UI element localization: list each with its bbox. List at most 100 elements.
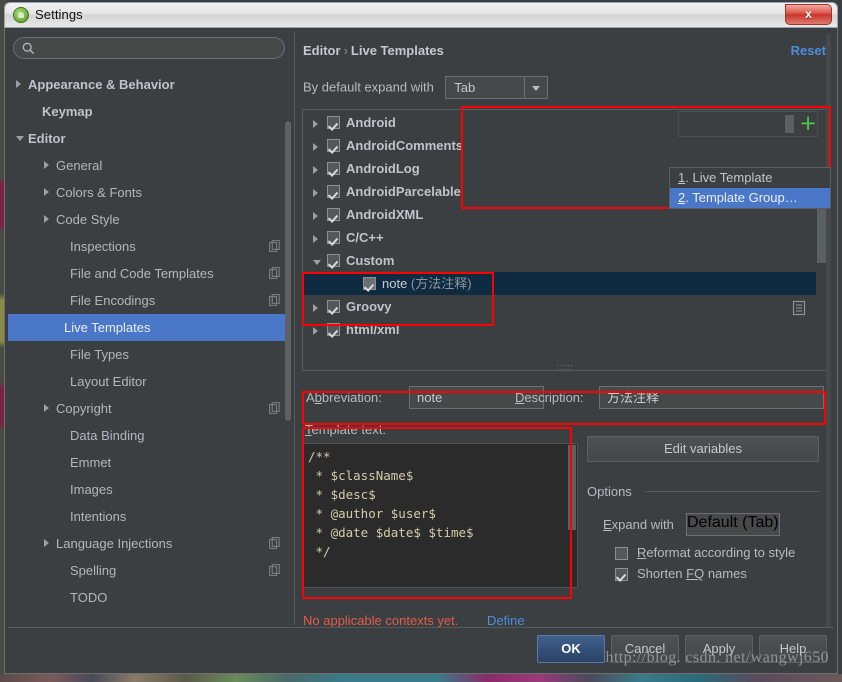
context-warning-text: No applicable contexts yet. bbox=[303, 613, 459, 628]
template-checkbox[interactable] bbox=[327, 323, 340, 336]
window-title: Settings bbox=[35, 7, 83, 22]
dropdown-item[interactable]: 2. Template Group… bbox=[670, 188, 830, 208]
reformat-checkbox[interactable] bbox=[615, 547, 628, 560]
sidebar-item-label: Emmet bbox=[70, 455, 112, 470]
template-row[interactable]: html/xml bbox=[303, 318, 803, 341]
footer-divider bbox=[8, 627, 834, 628]
template-row[interactable]: note (方法注释) bbox=[303, 272, 816, 295]
add-template-dropdown[interactable]: 1. Live Template 2. Template Group… bbox=[669, 167, 831, 209]
sidebar-item-file-and-code-templates[interactable]: File and Code Templates bbox=[14, 260, 284, 287]
expand-with-option-combo[interactable]: Default (Tab) bbox=[686, 513, 780, 536]
sidebar-item-copyright[interactable]: Copyright bbox=[14, 395, 284, 422]
chevron-right-icon[interactable] bbox=[313, 212, 318, 220]
chevron-right-icon[interactable] bbox=[313, 235, 318, 243]
sidebar-item-editor[interactable]: Editor bbox=[14, 125, 284, 152]
sidebar-item-layout-editor[interactable]: Layout Editor bbox=[14, 368, 284, 395]
template-group-tree[interactable]: Android AndroidComments AndroidLog AndroidP… bbox=[302, 109, 829, 372]
sidebar-item-data-binding[interactable]: Data Binding bbox=[14, 422, 284, 449]
sidebar-item-label: Language Injections bbox=[56, 536, 173, 551]
chevron-right-icon[interactable] bbox=[44, 215, 49, 223]
default-expand-combo[interactable]: Tab bbox=[445, 76, 549, 99]
sidebar-item-live-templates[interactable]: Live Templates bbox=[8, 314, 290, 341]
sidebar-item-keymap[interactable]: Keymap bbox=[14, 98, 284, 125]
chevron-down-icon[interactable] bbox=[524, 77, 547, 98]
settings-tree: Appearance & Behavior Keymap Editor General… bbox=[8, 71, 290, 623]
search-box[interactable] bbox=[13, 37, 285, 59]
template-row[interactable]: AndroidComments bbox=[303, 134, 803, 157]
copy-settings-icon[interactable] bbox=[269, 240, 280, 252]
template-checkbox[interactable] bbox=[327, 231, 340, 244]
template-text-editor[interactable]: /** * $className$ * $desc$ * @author $us… bbox=[303, 443, 578, 588]
ok-button[interactable]: OK bbox=[537, 635, 605, 663]
template-label: C/C++ bbox=[346, 230, 384, 245]
template-label: AndroidComments bbox=[346, 138, 463, 153]
reset-link[interactable]: Reset bbox=[791, 43, 826, 58]
chevron-right-icon[interactable] bbox=[313, 143, 318, 151]
copy-settings-icon[interactable] bbox=[269, 537, 280, 549]
chevron-right-icon[interactable] bbox=[313, 166, 318, 174]
content-scrollbar[interactable] bbox=[826, 34, 831, 628]
template-row[interactable]: Groovy bbox=[303, 295, 803, 318]
sidebar-item-appearance-behavior[interactable]: Appearance & Behavior bbox=[14, 71, 284, 98]
chevron-right-icon[interactable] bbox=[44, 404, 49, 412]
chevron-right-icon[interactable] bbox=[44, 539, 49, 547]
chevron-right-icon[interactable] bbox=[44, 161, 49, 169]
settings-sidebar: Appearance & Behavior Keymap Editor General… bbox=[8, 31, 291, 625]
breadcrumb-parent[interactable]: Editor bbox=[303, 43, 341, 58]
sidebar-scrollbar-thumb[interactable] bbox=[285, 121, 291, 421]
sidebar-item-file-encodings[interactable]: File Encodings bbox=[14, 287, 284, 314]
chevron-right-icon[interactable] bbox=[313, 120, 318, 128]
sidebar-item-todo[interactable]: TODO bbox=[14, 584, 284, 611]
sidebar-item-code-style[interactable]: Code Style bbox=[14, 206, 284, 233]
sidebar-item-inspections[interactable]: Inspections bbox=[14, 233, 284, 260]
template-label: Android bbox=[346, 115, 396, 130]
copy-template-icon[interactable] bbox=[792, 300, 806, 316]
sidebar-item-spelling[interactable]: Spelling bbox=[14, 557, 284, 584]
sidebar-item-label: File and Code Templates bbox=[70, 266, 214, 281]
chevron-down-icon[interactable] bbox=[16, 136, 24, 141]
sidebar-item-intentions[interactable]: Intentions bbox=[14, 503, 284, 530]
chevron-right-icon[interactable] bbox=[44, 188, 49, 196]
template-checkbox[interactable] bbox=[327, 300, 340, 313]
default-expand-label: By default expand with bbox=[303, 79, 434, 95]
sidebar-item-label: Copyright bbox=[56, 401, 112, 416]
search-input[interactable] bbox=[40, 40, 282, 59]
sidebar-item-file-types[interactable]: File Types bbox=[14, 341, 284, 368]
define-context-link[interactable]: Define bbox=[487, 613, 525, 628]
resize-grip[interactable]: ::::: bbox=[557, 363, 575, 372]
sidebar-scrollbar-track[interactable] bbox=[285, 69, 291, 625]
sidebar-item-images[interactable]: Images bbox=[14, 476, 284, 503]
close-icon[interactable]: x bbox=[785, 4, 832, 25]
chevron-right-icon[interactable] bbox=[313, 189, 318, 197]
chevron-down-icon[interactable] bbox=[313, 260, 321, 265]
sidebar-item-general[interactable]: General bbox=[14, 152, 284, 179]
copy-settings-icon[interactable] bbox=[269, 294, 280, 306]
template-checkbox[interactable] bbox=[327, 254, 340, 267]
template-row[interactable]: Custom bbox=[303, 249, 803, 272]
template-checkbox[interactable] bbox=[327, 116, 340, 129]
default-expand-row: By default expand with Tab bbox=[303, 76, 549, 99]
sidebar-item-emmet[interactable]: Emmet bbox=[14, 449, 284, 476]
template-checkbox[interactable] bbox=[327, 208, 340, 221]
template-checkbox[interactable] bbox=[363, 277, 376, 290]
template-row[interactable]: C/C++ bbox=[303, 226, 803, 249]
template-checkbox[interactable] bbox=[327, 185, 340, 198]
add-template-button[interactable]: + bbox=[797, 113, 819, 135]
sidebar-item-language-injections[interactable]: Language Injections bbox=[14, 530, 284, 557]
dropdown-item[interactable]: 1. Live Template bbox=[670, 168, 830, 188]
editor-scrollbar-thumb[interactable] bbox=[568, 445, 576, 530]
template-checkbox[interactable] bbox=[327, 162, 340, 175]
edit-variables-button[interactable]: Edit variables bbox=[587, 436, 819, 462]
chevron-right-icon[interactable] bbox=[313, 304, 318, 312]
chevron-right-icon[interactable] bbox=[313, 327, 318, 335]
copy-settings-icon[interactable] bbox=[269, 564, 280, 576]
shorten-fq-checkbox[interactable] bbox=[615, 568, 628, 581]
copy-settings-icon[interactable] bbox=[269, 267, 280, 279]
sidebar-item-colors-fonts[interactable]: Colors & Fonts bbox=[14, 179, 284, 206]
chevron-right-icon[interactable] bbox=[16, 80, 21, 88]
template-checkbox[interactable] bbox=[327, 139, 340, 152]
description-input[interactable]: 方法注释 bbox=[599, 386, 824, 409]
title-bar: Settings x bbox=[4, 2, 838, 28]
copy-settings-icon[interactable] bbox=[269, 402, 280, 414]
breadcrumb-current: Live Templates bbox=[350, 43, 444, 58]
